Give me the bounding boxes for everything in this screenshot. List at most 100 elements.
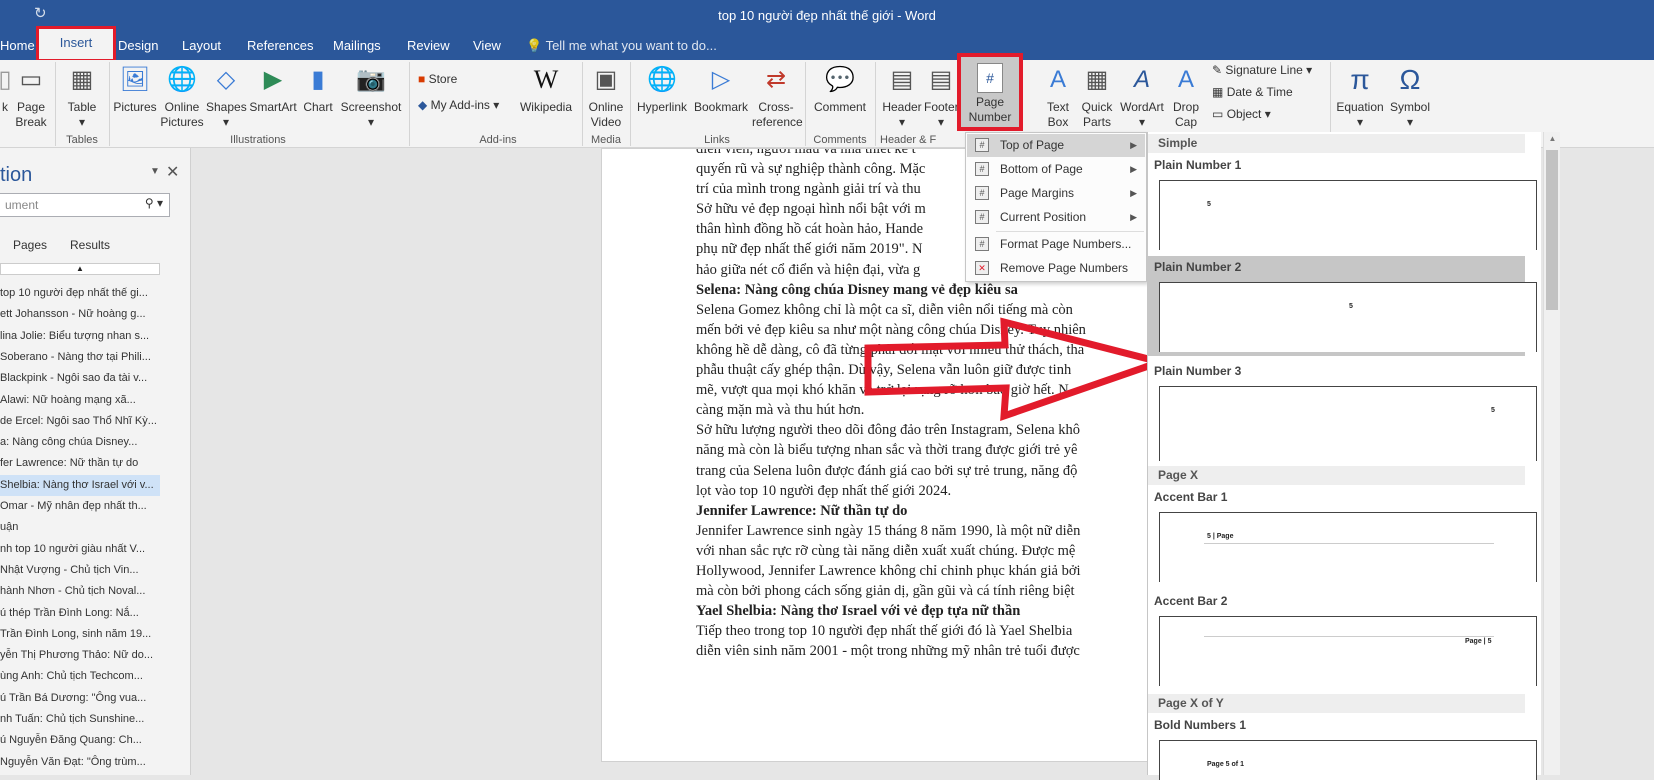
equation-button[interactable]: π Equation ▾: [1334, 64, 1386, 130]
store-button[interactable]: ■ Store: [418, 72, 457, 86]
document-line[interactable]: lọt vào top 10 người đẹp nhất thế giới 2…: [696, 481, 1086, 501]
scroll-up-button[interactable]: ▲: [0, 263, 160, 275]
menu-item-bottom-of-page[interactable]: # Bottom of Page ▶: [967, 158, 1145, 181]
tab-insert[interactable]: Insert: [36, 26, 116, 62]
nav-heading-item[interactable]: Nhật Vượng - Chủ tịch Vin...: [0, 560, 160, 581]
object-button[interactable]: ▭ Object ▾: [1212, 107, 1271, 121]
gallery-item-plain-number-3[interactable]: 5: [1159, 386, 1537, 461]
date-time-button[interactable]: ▦ Date & Time: [1212, 85, 1293, 99]
online-video-button[interactable]: ▣ Online Video: [586, 64, 626, 130]
signature-line-button[interactable]: ✎ Signature Line ▾: [1212, 63, 1312, 77]
nav-heading-item[interactable]: Trần Đình Long, sinh năm 19...: [0, 624, 160, 645]
table-button[interactable]: ▦ Table ▾: [62, 64, 102, 130]
gallery-item-bold-numbers-1[interactable]: Page 5 of 1: [1159, 740, 1537, 780]
page-number-button[interactable]: # Page Number: [957, 53, 1023, 131]
section-simple: Simple: [1148, 134, 1525, 153]
document-line[interactable]: càng mặn mà và thu hút hơn.: [696, 400, 1086, 420]
hyperlink-button[interactable]: 🌐 Hyperlink: [634, 64, 690, 115]
shapes-button[interactable]: ◇ Shapes ▾: [206, 64, 247, 130]
header-button[interactable]: ▤ Header ▾: [880, 64, 924, 130]
document-line[interactable]: diễn viên sinh năm 2001 - một trong nhữn…: [696, 641, 1086, 661]
tab-home[interactable]: Home: [0, 33, 35, 60]
remove-icon: ✕: [975, 261, 989, 275]
my-addins-button[interactable]: ◆ My Add-ins ▾: [418, 98, 499, 112]
comment-button[interactable]: 💬 Comment: [810, 64, 870, 115]
pictures-button[interactable]: 🖼 Pictures: [112, 64, 158, 115]
nav-heading-item[interactable]: de Ercel: Ngôi sao Thổ Nhĩ Kỳ...: [0, 411, 160, 432]
nav-heading-item[interactable]: ett Johansson - Nữ hoàng g...: [0, 304, 160, 325]
wordart-button[interactable]: A WordArt ▾: [1118, 64, 1166, 130]
tab-design[interactable]: Design: [118, 33, 158, 60]
document-line[interactable]: Tiếp theo trong top 10 người đẹp nhất th…: [696, 621, 1086, 641]
cross-reference-button[interactable]: ⇄ Cross-reference: [752, 64, 803, 130]
online-pictures-button[interactable]: 🌐 Online Pictures: [159, 64, 205, 130]
nav-heading-item[interactable]: Nguyễn Văn Đạt: "Ông trùm...: [0, 752, 160, 773]
menu-item-top-of-page[interactable]: # Top of Page ▶: [967, 134, 1145, 157]
nav-heading-item[interactable]: ùng Anh: Chủ tịch Techcom...: [0, 666, 160, 687]
smartart-button[interactable]: ▶ SmartArt: [248, 64, 298, 115]
page-break-button[interactable]: ▭ Page Break: [14, 64, 48, 130]
nav-heading-item[interactable]: fer Lawrence: Nữ thần tự do: [0, 453, 160, 474]
tab-view[interactable]: View: [473, 33, 501, 60]
cover-page-button[interactable]: ▯ k: [0, 64, 12, 115]
nav-heading-item[interactable]: ú Nguyễn Đăng Quang: Ch...: [0, 730, 160, 751]
search-input[interactable]: ument ⚲ ▾: [0, 193, 170, 217]
document-line[interactable]: trang của Selena luôn được đánh giá cao …: [696, 461, 1086, 481]
menu-item-format-page-numbers[interactable]: # Format Page Numbers...: [967, 233, 1145, 256]
menu-item-remove-page-numbers[interactable]: ✕ Remove Page Numbers: [967, 257, 1145, 280]
tab-pages[interactable]: Pages: [13, 238, 47, 252]
document-line[interactable]: Sở hữu lượng người theo dõi đông đảo trê…: [696, 420, 1086, 440]
nav-heading-item[interactable]: lina Jolie: Biểu tượng nhan s...: [0, 326, 160, 347]
gallery-item-accent-bar-1[interactable]: 5 | Page: [1159, 512, 1537, 582]
nav-heading-item[interactable]: top 10 người đẹp nhất thế gi...: [0, 283, 160, 304]
document-heading[interactable]: Yael Shelbia: Nàng thơ Israel với vẻ đẹp…: [696, 601, 1086, 621]
document-line[interactable]: không hề dễ dàng, cô đã từng phải đối mặ…: [696, 340, 1086, 360]
nav-heading-item[interactable]: ú Trần Bá Dương: "Ông vua...: [0, 688, 160, 709]
nav-heading-item[interactable]: uận: [0, 517, 160, 538]
screenshot-button[interactable]: 📷 Screenshot ▾: [338, 64, 404, 130]
nav-heading-item[interactable]: yễn Thị Phương Thảo: Nữ do...: [0, 645, 160, 666]
document-heading[interactable]: Selena: Nàng công chúa Disney mang vẻ đẹ…: [696, 280, 1086, 300]
nav-heading-item[interactable]: Soberano - Nàng thơ tại Phili...: [0, 347, 160, 368]
document-heading[interactable]: Jennifer Lawrence: Nữ thần tự do: [696, 501, 1086, 521]
document-line[interactable]: Hollywood, Jennifer Lawrence không chỉ c…: [696, 561, 1086, 581]
nav-heading-item[interactable]: nh Tuấn: Chủ tịch Sunshine...: [0, 709, 160, 730]
menu-item-current-position[interactable]: # Current Position ▶: [967, 206, 1145, 229]
search-icon[interactable]: ⚲ ▾: [145, 196, 163, 210]
menu-item-page-margins[interactable]: # Page Margins ▶: [967, 182, 1145, 205]
gallery-item-plain-number-1[interactable]: 5: [1159, 180, 1537, 250]
document-line[interactable]: năng mà còn là biểu tượng nhan sắc và th…: [696, 440, 1086, 460]
document-line[interactable]: phẫu thuật cấy ghép thận. Dù vậy, Selena…: [696, 360, 1086, 380]
gallery-item-accent-bar-2[interactable]: Page | 5: [1159, 616, 1537, 686]
nav-options-icon[interactable]: ▼: [150, 166, 160, 177]
nav-heading-item[interactable]: Omar - Mỹ nhân đẹp nhất th...: [0, 496, 160, 517]
close-icon[interactable]: ✕: [166, 162, 179, 182]
nav-heading-item[interactable]: Blackpink - Ngôi sao đa tài v...: [0, 368, 160, 389]
gallery-item-plain-number-2[interactable]: 5: [1159, 282, 1537, 352]
document-line[interactable]: mẽ, vượt qua mọi khó khăn và trở lại rạn…: [696, 380, 1086, 400]
document-line[interactable]: Jennifer Lawrence sinh ngày 15 tháng 8 n…: [696, 521, 1086, 541]
nav-heading-item[interactable]: ú thép Trần Đình Long: Nắ...: [0, 603, 160, 624]
gallery-scrollbar[interactable]: ▲: [1543, 132, 1560, 775]
tab-review[interactable]: Review: [407, 33, 450, 60]
nav-heading-item[interactable]: Shelbia: Nàng thơ Israel với v...: [0, 474, 160, 496]
document-line[interactable]: với nhan sắc rực rỡ cùng tài năng diễn x…: [696, 541, 1086, 561]
document-line[interactable]: mến bởi vẻ đẹp kiêu sa như một nàng công…: [696, 320, 1086, 340]
tab-mailings[interactable]: Mailings: [333, 33, 381, 60]
footer-button[interactable]: ▤ Footer ▾: [924, 64, 958, 130]
nav-heading-item[interactable]: Alawi: Nữ hoàng mạng xã...: [0, 390, 160, 411]
nav-heading-item[interactable]: hành Nhơn - Chủ tịch Noval...: [0, 581, 160, 602]
document-line[interactable]: mà còn bởi phong cách sống giản dị, gần …: [696, 581, 1086, 601]
wikipedia-button[interactable]: W Wikipedia: [516, 64, 576, 115]
nav-heading-item[interactable]: a: Nàng công chúa Disney...: [0, 432, 160, 453]
chart-button[interactable]: ▮ Chart: [300, 64, 336, 115]
document-line[interactable]: Selena Gomez không chỉ là một ca sĩ, diễ…: [696, 300, 1086, 320]
tab-references[interactable]: References: [247, 33, 313, 60]
tab-layout[interactable]: Layout: [182, 33, 221, 60]
tell-me-box[interactable]: 💡 Tell me what you want to do...: [526, 33, 717, 60]
tab-results[interactable]: Results: [70, 238, 110, 252]
nav-heading-item[interactable]: nh top 10 người giàu nhất V...: [0, 539, 160, 560]
symbol-button[interactable]: Ω Symbol ▾: [1386, 64, 1434, 130]
bookmark-button[interactable]: ▷ Bookmark: [692, 64, 750, 115]
scroll-thumb[interactable]: [1546, 150, 1558, 310]
